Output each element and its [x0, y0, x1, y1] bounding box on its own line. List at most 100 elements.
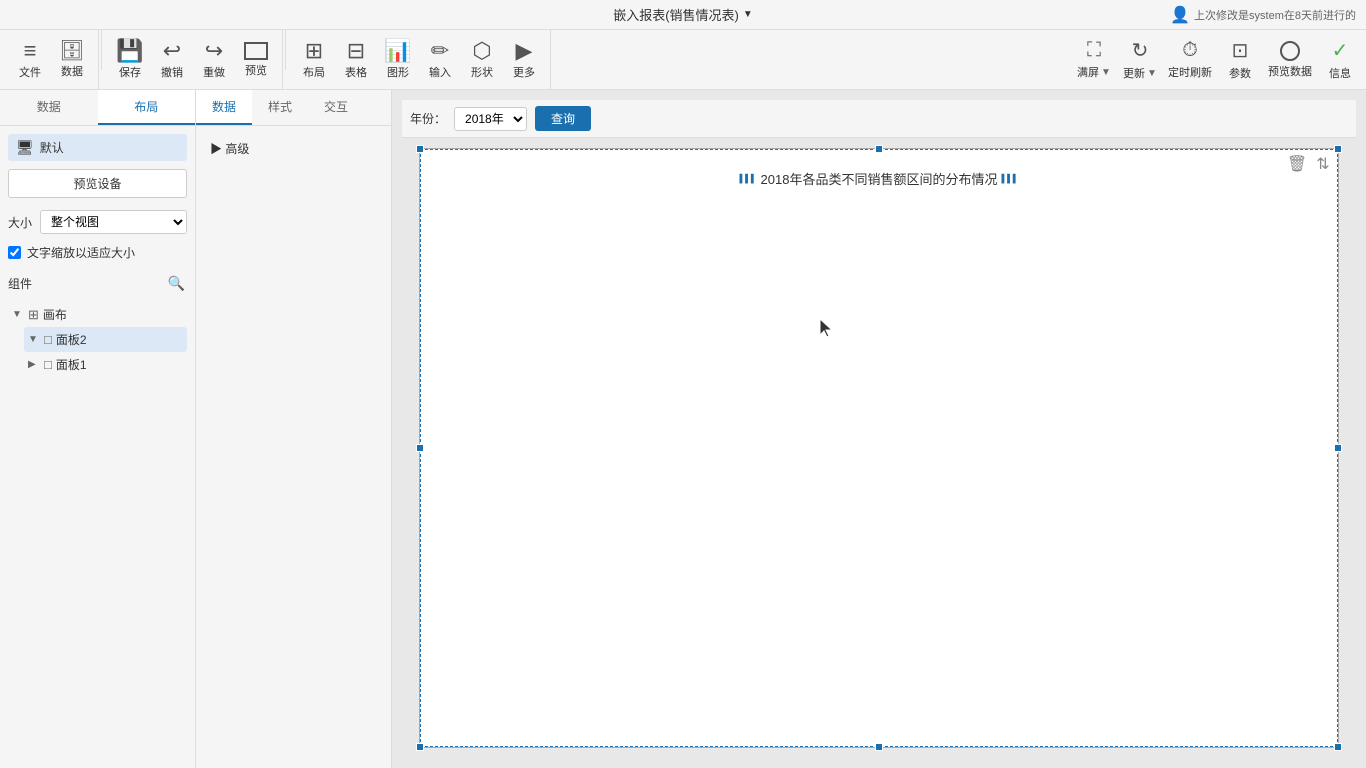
shape-icon: ⬡ — [472, 40, 491, 62]
toolbar-group-insert: ⊞ 布局 ⊟ 表格 📊 图形 ✏ 输入 ⬡ 形状 ▶ 更多 — [288, 30, 551, 89]
selection-border — [420, 149, 1338, 747]
redo-icon: ↪ — [205, 40, 223, 62]
preview-button[interactable]: 预览 — [236, 35, 276, 85]
chart-title-area: ▌▌▌ 2018年各品类不同销售额区间的分布情况 ▌▌▌ — [420, 169, 1338, 188]
tab-interaction[interactable]: 交互 — [308, 90, 364, 125]
table-icon: ⊟ — [347, 40, 365, 62]
title-deco-right: ▌▌▌ — [1001, 174, 1018, 183]
title-deco-left: ▌▌▌ — [740, 174, 757, 183]
cursor-indicator — [820, 319, 834, 337]
toolbar-group-edit: 💾 保存 ↩ 撤销 ↪ 重做 预览 — [104, 30, 283, 89]
check-icon: ✓ — [1332, 38, 1349, 63]
main-area: 数据 布局 🖥 默认 预览设备 大小 整个视图 适应宽度 适应高度 100% 文… — [0, 90, 1366, 768]
middle-panel: 数据 样式 交互 ▶ 高级 — [196, 90, 392, 768]
refresh-button[interactable]: ↻ 更新 ▼ — [1118, 35, 1162, 85]
title-text: 嵌入报表(销售情况表) ▼ — [613, 5, 753, 24]
layout-button[interactable]: ⊞ 布局 — [294, 35, 334, 85]
fullscreen-icon: ⛶ — [1087, 39, 1101, 62]
advanced-section[interactable]: ▶ 高级 — [206, 136, 381, 161]
fullscreen-arrow: ▼ — [1101, 67, 1111, 78]
canvas-wrapper: 🗑 ⇅ ▌▌▌ 2018年各品类不同销售额区间的分布情况 ▌▌▌ — [402, 138, 1356, 758]
chart-icon: 📊 — [384, 40, 411, 62]
monitor-icon: 🖥 — [16, 139, 34, 156]
tab-layout[interactable]: 布局 — [98, 90, 196, 125]
title-bar-right: 👤 上次修改是system在8天前进行的 — [1170, 5, 1356, 25]
handle-middle-left[interactable] — [416, 444, 424, 452]
text-scale-label[interactable]: 文字缩放以适应大小 — [27, 244, 135, 261]
more-button[interactable]: ▶ 更多 — [504, 35, 544, 85]
size-select[interactable]: 整个视图 适应宽度 适应高度 100% — [40, 210, 187, 234]
input-icon: ✏ — [431, 40, 449, 62]
sort-button[interactable]: ⇅ — [1312, 153, 1334, 175]
handle-bottom-left[interactable] — [416, 743, 424, 751]
undo-icon: ↩ — [163, 40, 181, 62]
canvas-action-icons: 🗑 ⇅ — [1286, 153, 1334, 175]
search-button[interactable]: 🔍 — [166, 273, 187, 294]
panel-icon-2: □ — [44, 332, 52, 347]
text-scale-row: 文字缩放以适应大小 — [8, 244, 187, 261]
size-row: 大小 整个视图 适应宽度 适应高度 100% — [8, 210, 187, 234]
year-select[interactable]: 2018年 — [454, 107, 527, 131]
chevron-down-icon-2: ▼ — [28, 334, 40, 345]
components-section: 组件 🔍 — [8, 273, 187, 294]
handle-bottom-right[interactable] — [1334, 743, 1342, 751]
query-button[interactable]: 查询 — [535, 106, 591, 131]
handle-top-right[interactable] — [1334, 145, 1342, 153]
refresh-arrow: ▼ — [1147, 68, 1157, 79]
chevron-right-icon: ▶ — [28, 359, 40, 370]
toolbar-group-file: ≡ 文件 🗄 数据 — [4, 30, 99, 89]
tab-data[interactable]: 数据 — [0, 90, 98, 125]
chart-button[interactable]: 📊 图形 — [378, 35, 418, 85]
timer-icon: ⏱ — [1182, 39, 1198, 62]
separator-2 — [285, 30, 286, 70]
refresh-icon: ↻ — [1132, 38, 1149, 63]
table-button[interactable]: ⊟ 表格 — [336, 35, 376, 85]
chevron-down-icon: ▼ — [12, 309, 24, 320]
separator-1 — [101, 30, 102, 70]
handle-bottom-center[interactable] — [875, 743, 883, 751]
title-dropdown-icon[interactable]: ▼ — [743, 9, 753, 20]
preview-data-icon — [1280, 41, 1300, 61]
preview-device-button[interactable]: 预览设备 — [8, 169, 187, 198]
timer-button[interactable]: ⏱ 定时刷新 — [1164, 35, 1216, 85]
canvas-container: 🗑 ⇅ ▌▌▌ 2018年各品类不同销售额区间的分布情况 ▌▌▌ — [419, 148, 1339, 748]
save-button[interactable]: 💾 保存 — [110, 35, 150, 85]
left-tabs: 数据 布局 — [0, 90, 195, 126]
tab-middle-data[interactable]: 数据 — [196, 90, 252, 125]
input-button[interactable]: ✏ 输入 — [420, 35, 460, 85]
canvas-icon: ⊞ — [28, 307, 39, 323]
handle-top-left[interactable] — [416, 145, 424, 153]
text-scale-checkbox[interactable] — [8, 246, 21, 259]
fullscreen-button[interactable]: ⛶ 满屏 ▼ — [1072, 35, 1116, 85]
handle-middle-right[interactable] — [1334, 444, 1342, 452]
default-item[interactable]: 🖥 默认 — [8, 134, 187, 161]
undo-button[interactable]: ↩ 撤销 — [152, 35, 192, 85]
left-panel-content: 🖥 默认 预览设备 大小 整个视图 适应宽度 适应高度 100% 文字缩放以适应… — [0, 126, 195, 768]
handle-top-center[interactable] — [875, 145, 883, 153]
data-button[interactable]: 🗄 数据 — [52, 35, 92, 85]
redo-button[interactable]: ↪ 重做 — [194, 35, 234, 85]
canvas-area: 年份： 2018年 查询 🗑 — [392, 90, 1366, 768]
tree-item-panel1[interactable]: ▶ □ 面板1 — [24, 352, 187, 377]
chart-title: 2018年各品类不同销售额区间的分布情况 — [761, 169, 998, 188]
middle-tabs: 数据 样式 交互 — [196, 90, 391, 126]
preview-data-button[interactable]: 预览数据 — [1264, 35, 1316, 85]
tree-item-panel2[interactable]: ▼ □ 面板2 — [24, 327, 187, 352]
shape-button[interactable]: ⬡ 形状 — [462, 35, 502, 85]
delete-button[interactable]: 🗑 — [1286, 153, 1308, 175]
save-icon: 💾 — [116, 40, 143, 62]
tree-children: ▼ □ 面板2 ▶ □ 面板1 — [24, 327, 187, 377]
file-button[interactable]: ≡ 文件 — [10, 35, 50, 85]
preview-icon — [244, 42, 268, 60]
params-button[interactable]: ⊡ 参数 — [1218, 35, 1262, 85]
tab-style[interactable]: 样式 — [252, 90, 308, 125]
tree-item-canvas[interactable]: ▼ ⊞ 画布 — [8, 302, 187, 327]
middle-panel-content: ▶ 高级 — [196, 126, 391, 171]
info-button[interactable]: ✓ 信息 — [1318, 35, 1362, 85]
panel-icon-1: □ — [44, 357, 52, 372]
user-icon: 👤 — [1170, 5, 1190, 25]
canvas-toolbar: 年份： 2018年 查询 — [402, 100, 1356, 138]
params-icon: ⊡ — [1232, 38, 1249, 63]
left-panel: 数据 布局 🖥 默认 预览设备 大小 整个视图 适应宽度 适应高度 100% 文… — [0, 90, 196, 768]
database-icon: 🗄 — [59, 41, 84, 61]
